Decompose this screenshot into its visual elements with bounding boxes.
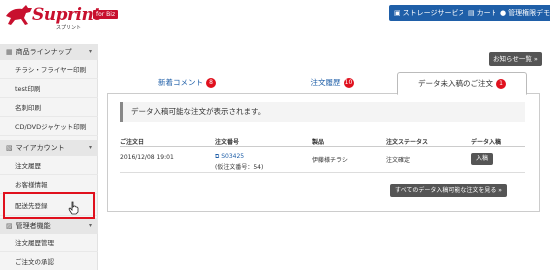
- sidebar-section-products[interactable]: ▦ 商品ラインナップ ▾: [0, 44, 98, 60]
- cart-icon: ▤: [468, 9, 475, 17]
- column-header-status: 注文ステータス: [386, 139, 429, 146]
- chevron-down-icon: ▾: [88, 48, 92, 55]
- pending-orders-panel: データ入稿可能な注文が表示されます。 ご注文日 注文番号 製品 注文ステータス …: [107, 94, 540, 212]
- sidebar-item-business-card[interactable]: 名刺印刷: [0, 100, 98, 117]
- external-link-icon: ⧉: [215, 153, 220, 160]
- sidebar-item-cd-jacket[interactable]: CD/DVDジャケット印刷: [0, 119, 98, 136]
- chevron-down-icon: ▾: [88, 222, 92, 229]
- tab-new-comments[interactable]: 新着コメント 8: [147, 72, 227, 94]
- order-number-link[interactable]: ⧉ S03425: [215, 153, 244, 161]
- storage-icon: ▣: [394, 9, 401, 17]
- temp-order-number: (仮注文番号：54): [215, 164, 264, 171]
- horse-logo-icon: [6, 5, 32, 25]
- table-header-divider: [120, 146, 525, 147]
- notice-list-button[interactable]: お知らせ一覧 »: [489, 52, 542, 66]
- sidebar-item-order-management[interactable]: 注文履歴管理: [0, 235, 98, 252]
- logo-subtitle: スプリント: [56, 25, 82, 31]
- column-header-data-entry: データ入稿: [471, 139, 502, 146]
- page: Suprint for Biz スプリント ▣ ストレージサービス ▤ カート ● 管…: [0, 0, 550, 270]
- comment-count-badge: 8: [206, 78, 216, 88]
- column-header-product: 製品: [312, 139, 325, 146]
- view-all-pending-button[interactable]: すべてのデータ入稿可能な注文を見る »: [390, 184, 507, 197]
- storage-service-button[interactable]: ▣ ストレージサービス: [389, 5, 471, 21]
- catalog-icon: ▦: [6, 48, 13, 56]
- tab-order-history[interactable]: 注文履歴 10: [297, 72, 367, 94]
- logo-badge: for Biz: [93, 10, 119, 19]
- table-row-divider: [120, 172, 525, 173]
- sidebar-item-flyer[interactable]: チラシ・フライヤー印刷: [0, 62, 98, 79]
- order-count-badge: 10: [343, 78, 354, 88]
- tab-pending-data[interactable]: データ未入稿のご注文 1: [397, 72, 527, 95]
- sidebar-section-my-account[interactable]: ▧ マイアカウント ▾: [0, 140, 98, 156]
- sidebar-section-admin[interactable]: ▨ 管理者機能 ▾: [0, 218, 98, 234]
- chevron-down-icon: ▾: [88, 144, 92, 151]
- account-menu-button[interactable]: ●管理権限デモ ▾: [495, 5, 550, 21]
- user-icon: ●: [500, 9, 507, 17]
- order-date: 2016/12/08 19:01: [120, 154, 174, 161]
- sidebar-item-test[interactable]: test印刷: [0, 81, 98, 98]
- column-header-date: ご注文日: [120, 139, 145, 146]
- info-alert: データ入稿可能な注文が表示されます。: [120, 102, 525, 122]
- highlight-box: [3, 192, 95, 219]
- order-product: 伊藤様チラシ: [312, 157, 348, 164]
- column-header-order-no: 注文番号: [215, 139, 240, 146]
- sidebar-item-order-history[interactable]: 注文履歴: [0, 158, 98, 175]
- sidebar: ▦ 商品ラインナップ ▾ チラシ・フライヤー印刷 test印刷 名刺印刷 CD/D…: [0, 44, 98, 270]
- admin-icon: ▨: [6, 222, 13, 230]
- tab-bar: 新着コメント 8 注文履歴 10 データ未入稿のご注文 1: [107, 72, 540, 95]
- account-icon: ▧: [6, 144, 13, 152]
- logo[interactable]: Suprint for Biz スプリント: [4, 2, 124, 36]
- hand-cursor-icon: [68, 201, 79, 215]
- order-status: 注文確定: [386, 157, 411, 164]
- pending-count-badge: 1: [496, 79, 506, 89]
- data-entry-button[interactable]: 入稿: [471, 153, 493, 165]
- sidebar-item-order-approval[interactable]: ご注文の承認: [0, 254, 98, 270]
- logo-text: Suprint: [32, 5, 101, 25]
- header: Suprint for Biz スプリント ▣ ストレージサービス ▤ カート ● 管…: [0, 0, 550, 38]
